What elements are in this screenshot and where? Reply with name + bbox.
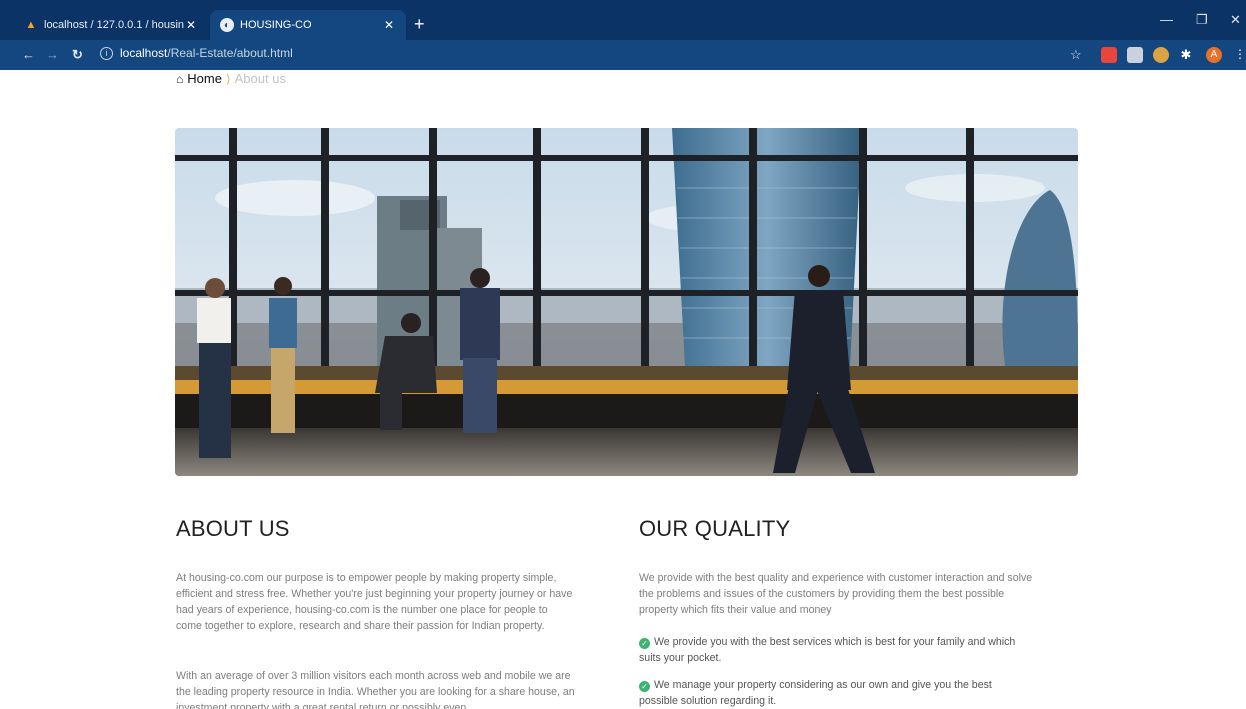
about-us-heading: ABOUT US [176, 516, 290, 541]
quality-point-text: We manage your property considering as o… [639, 679, 992, 707]
minimize-icon[interactable]: — [1160, 12, 1173, 27]
url-path: /Real-Estate/about.html [167, 46, 293, 60]
about-paragraph-2: With an average of over 3 million visito… [176, 670, 575, 709]
quality-point-2: ✓ We manage your property considering as … [639, 677, 1029, 709]
tab-title: localhost / 127.0.0.1 / housing-co [44, 19, 184, 31]
close-window-icon[interactable]: ✕ [1230, 12, 1241, 28]
info-icon[interactable]: i [100, 46, 113, 60]
bookmark-star-icon[interactable]: ☆ [1070, 47, 1082, 63]
check-circle-icon: ✓ [639, 681, 650, 692]
breadcrumb-separator-icon: ⟩ [225, 71, 231, 86]
new-tab-button[interactable]: + [414, 15, 425, 33]
quality-intro: We provide with the best quality and exp… [639, 572, 1033, 616]
extension-gray-icon[interactable] [1127, 47, 1143, 63]
breadcrumb-current: About us [234, 71, 286, 86]
quality-point-text: We provide you with the best services wh… [639, 636, 1016, 664]
puzzle-extensions-icon[interactable]: ✱ [1178, 47, 1194, 63]
our-quality-heading: OUR QUALITY [639, 516, 791, 541]
breadcrumb-home-link[interactable]: Home [187, 71, 222, 86]
browser-tab-bar: ▲ localhost / 127.0.0.1 / housing-co ✕ ◐… [0, 0, 1246, 40]
breadcrumb: ⌂ Home ⟩ About us [176, 71, 286, 86]
forward-arrow-icon[interactable]: → [46, 47, 59, 62]
hero-image [175, 128, 1078, 476]
restore-icon[interactable]: ❐ [1196, 12, 1208, 28]
tab-phpmyadmin[interactable]: ▲ localhost / 127.0.0.1 / housing-co ✕ [14, 10, 208, 40]
extension-red-icon[interactable] [1101, 47, 1117, 63]
back-arrow-icon[interactable]: ← [22, 47, 35, 62]
reload-icon[interactable]: ↻ [72, 47, 83, 63]
tab-title: HOUSING-CO [240, 19, 312, 31]
url-host: localhost [120, 46, 168, 60]
close-tab-icon[interactable]: ✕ [184, 18, 198, 32]
phpmyadmin-icon: ▲ [25, 19, 37, 31]
menu-dots-icon[interactable]: ⋮ [1234, 47, 1246, 63]
tab-housing-co[interactable]: ◐ HOUSING-CO ✕ [210, 10, 406, 40]
about-paragraph-1: At housing-co.com our purpose is to empo… [176, 572, 573, 632]
home-icon: ⌂ [176, 71, 184, 86]
browser-toolbar: ← → ↻ i localhost/Real-Estate/about.html… [0, 40, 1246, 70]
close-tab-icon[interactable]: ✕ [382, 18, 396, 32]
address-bar[interactable]: i localhost/Real-Estate/about.html [100, 46, 293, 60]
quality-point-1: ✓ We provide you with the best services w… [639, 634, 1019, 666]
cookie-extension-icon[interactable] [1153, 47, 1169, 63]
profile-avatar[interactable]: A [1206, 47, 1222, 63]
check-circle-icon: ✓ [639, 638, 650, 649]
globe-icon: ◐ [220, 18, 234, 32]
